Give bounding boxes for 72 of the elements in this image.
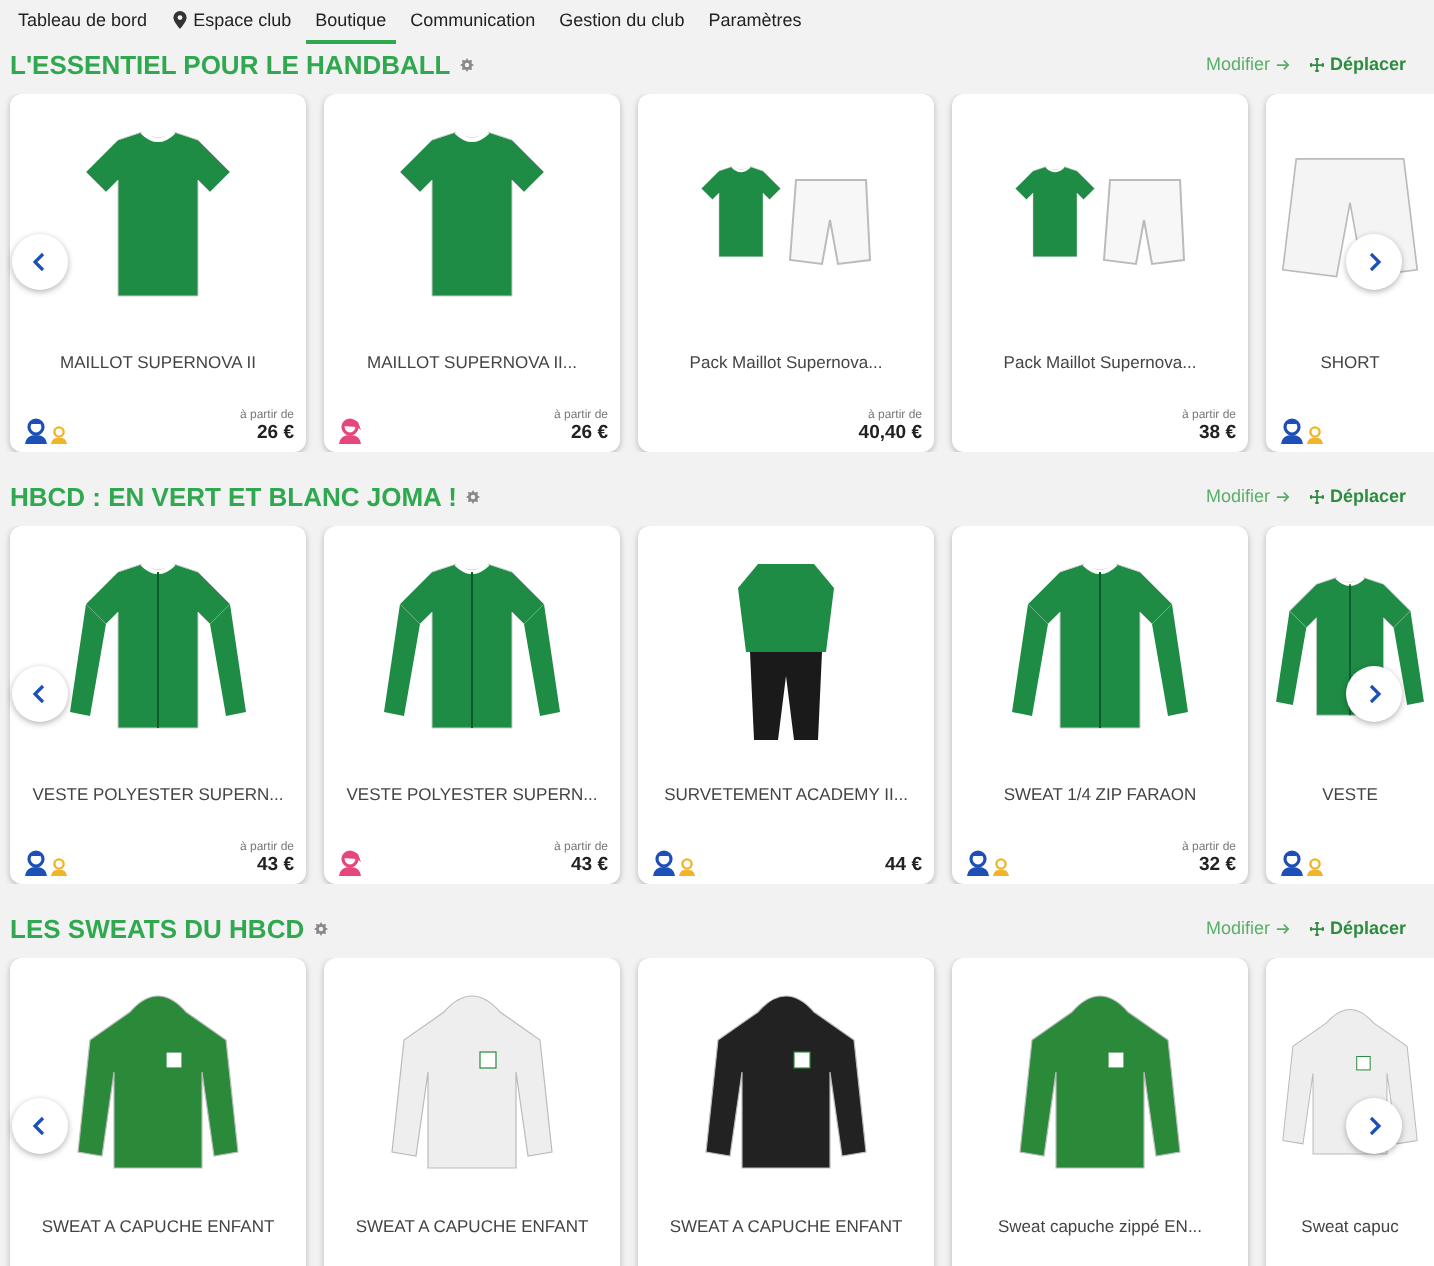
child-icon — [1306, 426, 1324, 444]
chevron-left-icon — [30, 684, 50, 704]
settings-icon[interactable] — [466, 489, 481, 503]
product-name: MAILLOT SUPERNOVA II... — [364, 350, 580, 376]
product-card[interactable]: Sweat capuc — [1266, 958, 1434, 1266]
man-icon — [1280, 850, 1304, 876]
product-name: VESTE POLYESTER SUPERN... — [344, 782, 600, 808]
chevron-right-icon — [1364, 684, 1384, 704]
product-price: 40,40 € — [858, 422, 922, 444]
woman-icon — [338, 850, 362, 876]
move-link[interactable]: Déplacer — [1309, 486, 1406, 506]
child-icon — [678, 858, 696, 876]
chevron-right-icon — [1364, 1116, 1384, 1136]
man-icon — [966, 850, 990, 876]
section-title: L'ESSENTIEL POUR LE HANDBALL — [10, 49, 451, 79]
man-icon — [24, 850, 48, 876]
product-name: Sweat capuc — [1299, 1214, 1401, 1240]
product-card[interactable]: VESTE — [1266, 526, 1434, 884]
child-icon — [50, 858, 68, 876]
product-name: VESTE POLYESTER SUPERN... — [30, 782, 286, 808]
chevron-left-icon — [30, 252, 50, 272]
nav-tab[interactable]: Boutique — [305, 0, 397, 44]
nav-tab[interactable]: Communication — [400, 0, 546, 44]
product-price: 26 € — [255, 422, 294, 444]
product-name: Pack Maillot Supernova... — [687, 350, 885, 376]
section-title: LES SWEATS DU HBCD — [10, 913, 305, 943]
product-card[interactable]: SWEAT A CAPUCHE ENFANT — [324, 958, 620, 1266]
nav-tab[interactable]: Paramètres — [698, 0, 812, 44]
product-name: Sweat capuche zippé EN... — [995, 1214, 1205, 1240]
child-icon — [50, 426, 68, 444]
man-icon — [652, 850, 676, 876]
chevron-left-icon — [30, 1116, 50, 1136]
product-card[interactable]: SWEAT A CAPUCHE ENFANT — [638, 958, 934, 1266]
move-icon — [1309, 57, 1324, 71]
product-name: SURVETEMENT ACADEMY II... — [662, 782, 910, 808]
move-link[interactable]: Déplacer — [1309, 54, 1406, 74]
product-name: SHORT — [1318, 350, 1382, 376]
product-card[interactable]: SWEAT A CAPUCHE ENFANT — [10, 958, 306, 1266]
arrow-right-icon — [1275, 489, 1290, 503]
section-title: HBCD : EN VERT ET BLANC JOMA ! — [10, 481, 457, 511]
product-price: 38 € — [1197, 422, 1236, 444]
product-name: MAILLOT SUPERNOVA II — [58, 350, 258, 376]
product-price: 43 € — [569, 854, 608, 876]
nav-tab[interactable]: Tableau de bord — [8, 0, 158, 44]
product-card[interactable]: Sweat capuche zippé EN... — [952, 958, 1248, 1266]
arrow-right-icon — [1275, 921, 1290, 935]
product-price: 26 € — [569, 422, 608, 444]
product-name: SWEAT A CAPUCHE ENFANT — [353, 1214, 591, 1240]
product-name: VESTE — [1320, 782, 1380, 808]
child-icon — [1306, 858, 1324, 876]
child-icon — [992, 858, 1010, 876]
man-icon — [1280, 418, 1304, 444]
woman-icon — [338, 418, 362, 444]
product-price: 32 € — [1197, 854, 1236, 876]
chevron-right-icon — [1364, 252, 1384, 272]
product-card[interactable]: SHORT — [1266, 94, 1434, 452]
settings-icon[interactable] — [314, 921, 329, 935]
move-icon — [1309, 489, 1324, 503]
nav-tab[interactable]: Espace club — [161, 0, 302, 44]
arrow-right-icon — [1275, 57, 1290, 71]
move-icon — [1309, 921, 1324, 935]
product-card[interactable]: SURVETEMENT ACADEMY II... 44 € — [638, 526, 934, 884]
product-price: 43 € — [255, 854, 294, 876]
settings-icon[interactable] — [460, 57, 475, 71]
product-name: SWEAT A CAPUCHE ENFANT — [667, 1214, 905, 1240]
product-name: SWEAT 1/4 ZIP FARAON — [1001, 782, 1199, 808]
product-price: 44 € — [885, 854, 922, 876]
nav-tab[interactable]: Gestion du club — [549, 0, 695, 44]
man-icon — [24, 418, 48, 444]
move-link[interactable]: Déplacer — [1309, 918, 1406, 938]
product-name: Pack Maillot Supernova... — [1001, 350, 1199, 376]
product-name: SWEAT A CAPUCHE ENFANT — [39, 1214, 277, 1240]
